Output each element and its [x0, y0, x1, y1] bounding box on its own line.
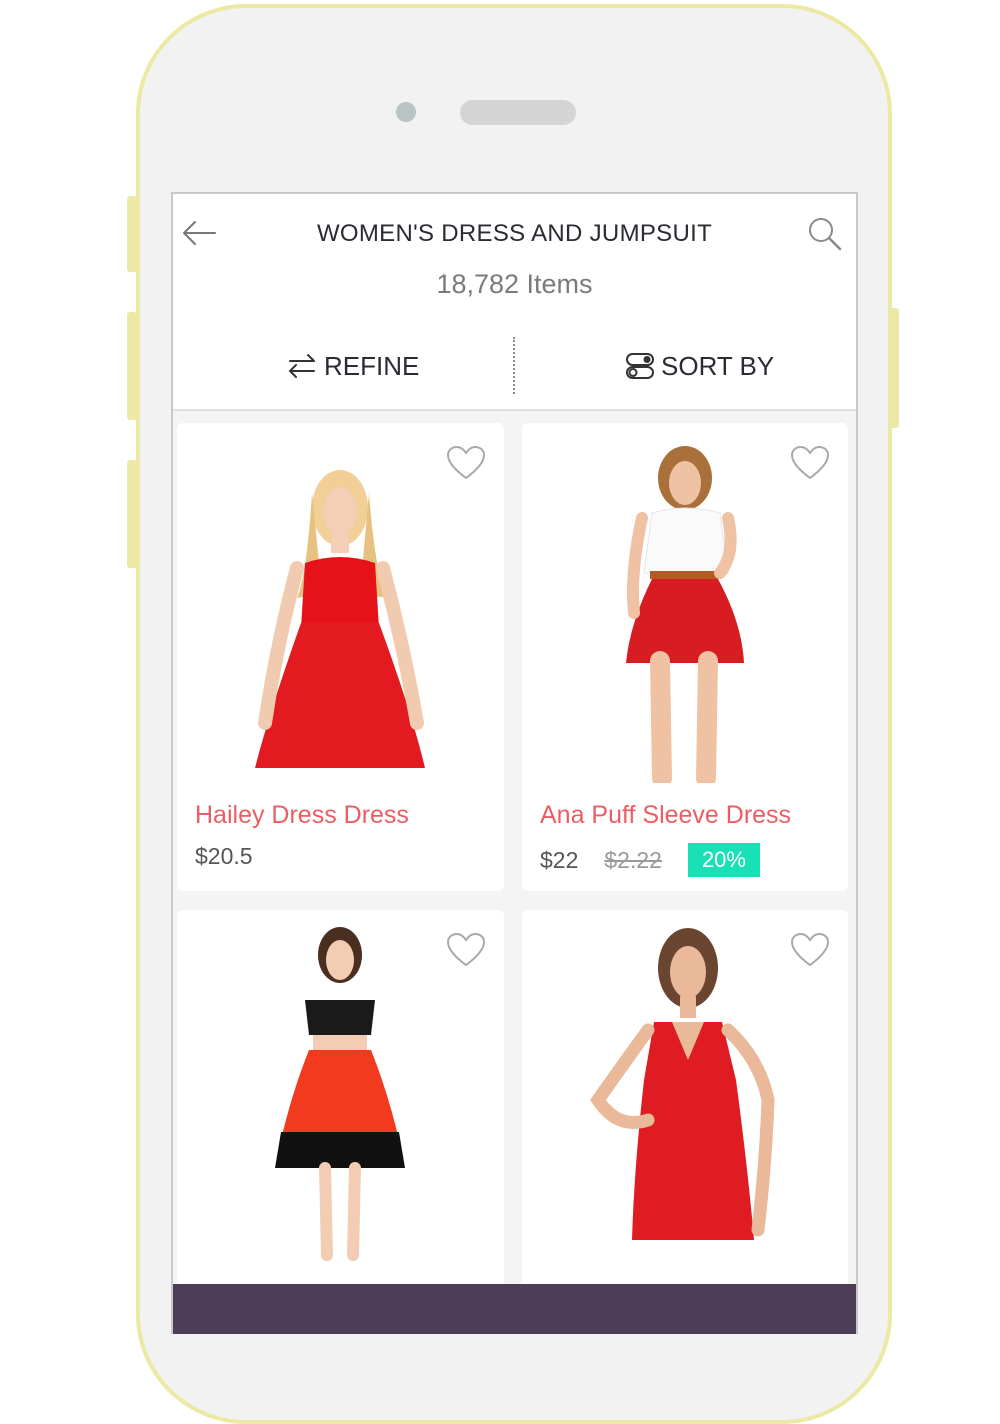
product-card[interactable]: Ana Puff Sleeve Dress $22 $2.22 20% — [522, 423, 848, 891]
product-name[interactable]: Ana Puff Sleeve Dress — [540, 801, 791, 830]
heart-icon[interactable] — [790, 445, 830, 481]
heart-icon[interactable] — [446, 932, 486, 968]
product-card[interactable]: Hailey Dress Dress $20.5 — [177, 423, 504, 891]
product-name[interactable]: Hailey Dress Dress — [195, 801, 409, 830]
sort-by-label: SORT BY — [661, 350, 775, 381]
old-price: $2.22 — [604, 846, 662, 873]
toolbar-divider — [513, 337, 515, 394]
price: $22 — [540, 846, 579, 873]
product-card[interactable] — [177, 910, 504, 1330]
price-row: $22 $2.22 20% — [540, 843, 760, 877]
search-icon[interactable] — [807, 216, 843, 252]
refine-button[interactable]: REFINE — [286, 344, 419, 388]
bottom-bar — [173, 1284, 856, 1334]
heart-icon[interactable] — [790, 932, 830, 968]
refine-label: REFINE — [324, 350, 420, 381]
earpiece-speaker — [460, 100, 576, 125]
toggle-icon — [626, 353, 654, 379]
swap-arrows-icon — [288, 354, 315, 378]
heart-icon[interactable] — [446, 445, 486, 481]
item-count: 18,782 Items — [436, 269, 593, 299]
header: WOMEN'S DRESS AND JUMPSUIT 18,782 Items … — [173, 194, 856, 411]
front-camera — [396, 102, 416, 122]
page-title: WOMEN'S DRESS AND JUMPSUIT — [316, 220, 713, 247]
price-row: $20.5 — [195, 843, 253, 870]
discount-badge: 20% — [687, 843, 760, 877]
sort-by-button[interactable]: SORT BY — [625, 344, 774, 388]
product-card[interactable] — [522, 910, 848, 1330]
price: $20.5 — [195, 843, 253, 869]
app-screen: WOMEN'S DRESS AND JUMPSUIT 18,782 Items … — [171, 192, 858, 1334]
